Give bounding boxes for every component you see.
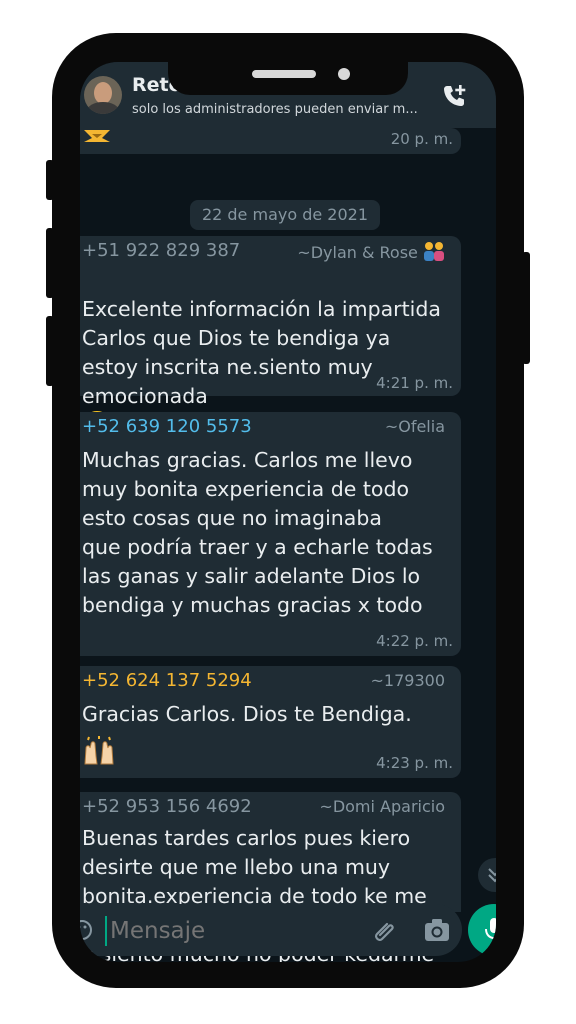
message-bubble[interactable]: +52 624 137 5294 ~179300 Gracias Carlos.… [80,666,461,778]
message-time: 4:22 p. m. [376,632,453,650]
avatar-shirt [87,102,119,114]
message-bubble[interactable]: +51 922 829 387 ~Dylan & Rose Excelente … [80,236,461,441]
emoji-icon [84,130,110,142]
message-text: Muchas gracias. Carlos me llevo muy boni… [82,448,433,617]
raised-hands-emoji-icon [84,736,114,765]
message-sender[interactable]: +52 624 137 5294 [82,670,252,691]
front-camera [338,68,350,80]
group-subtitle: solo los administradores pueden enviar m… [132,102,418,117]
message-input-bar[interactable] [80,904,462,956]
message-input[interactable] [108,912,352,950]
whatsapp-screen: Reto solo los administradores pueden env… [80,62,496,962]
emoji-button-icon[interactable] [80,918,96,942]
message-alias: ~179300 [370,671,445,690]
text-cursor [105,916,107,946]
scroll-to-bottom-button[interactable] [478,858,496,892]
chat-area[interactable]: 20 p. m. 22 de mayo de 2021 +51 922 829 … [80,128,496,962]
camera-icon[interactable] [423,917,451,943]
attach-icon[interactable] [372,917,398,943]
phone-notch [168,40,408,95]
message-time: 4:23 p. m. [376,754,453,772]
add-call-icon[interactable] [440,82,468,110]
message-alias: ~Ofelia [384,417,445,436]
alias-text: ~Dylan & Rose [297,243,418,262]
microphone-button[interactable] [468,904,496,956]
message-bubble[interactable]: +52 639 120 5573 ~Ofelia Muchas gracias.… [80,412,461,656]
avatar-face [94,82,112,104]
double-chevron-down-icon [488,868,496,883]
message-text: Gracias Carlos. Dios te Bendiga. [82,702,412,726]
previous-message-bubble[interactable]: 20 p. m. [80,128,461,154]
earpiece-speaker [252,70,316,78]
message-alias: ~Dylan & Rose [297,241,445,262]
message-sender[interactable]: +52 639 120 5573 [82,416,252,437]
message-sender[interactable]: +52 953 156 4692 [82,796,252,817]
message-time: 4:21 p. m. [376,374,453,392]
message-bubble[interactable]: +52 953 156 4692 ~Domi Aparicio Buenas t… [80,792,461,962]
message-alias: ~Domi Aparicio [319,797,445,816]
group-avatar[interactable] [84,76,122,114]
message-time: 20 p. m. [390,130,453,148]
microphone-icon [485,918,496,942]
couple-emoji-icon [424,242,444,261]
message-sender[interactable]: +51 922 829 387 [82,240,240,261]
date-chip: 22 de mayo de 2021 [190,200,380,230]
